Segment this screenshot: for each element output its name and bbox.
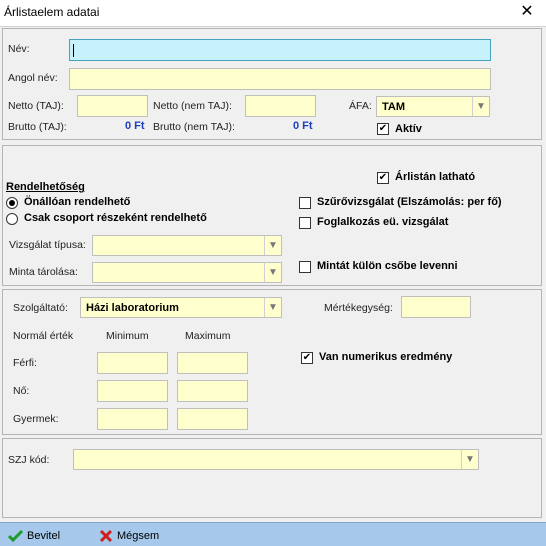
sample-storage-label: Minta tárolása: [9, 266, 78, 278]
chevron-down-icon[interactable]: ▼ [264, 236, 281, 255]
radio-group-only[interactable] [6, 213, 18, 225]
normal-value-label: Normál érték [13, 330, 74, 342]
occupational-label: Foglalkozás eü. vizsgálat [317, 216, 449, 228]
brutto-nem-taj-value: 0 Ft [293, 120, 313, 132]
radio-group-only-label: Csak csoport részeként rendelhető [24, 212, 207, 224]
netto-nem-taj-label: Netto (nem TAJ): [153, 100, 232, 112]
chevron-down-icon[interactable]: ▼ [264, 263, 281, 282]
provider-select[interactable]: Házi laboratorium ▼ [80, 297, 282, 318]
cancel-button[interactable]: Mégsem [99, 527, 159, 545]
english-name-label: Angol név: [8, 72, 58, 84]
checkmark-icon [8, 529, 23, 543]
brutto-taj-value: 0 Ft [125, 120, 145, 132]
save-button[interactable]: Bevitel [8, 527, 60, 545]
row-label-male: Férfi: [13, 357, 37, 369]
visible-on-pricelist-label: Árlistán latható [395, 171, 476, 183]
unit-label: Mértékegység: [324, 302, 393, 314]
afa-label: ÁFA: [349, 100, 372, 112]
brutto-nem-taj-label: Brutto (nem TAJ): [153, 121, 235, 133]
netto-taj-input[interactable] [77, 95, 148, 117]
close-icon[interactable]: ✕ [518, 2, 536, 22]
x-icon [99, 529, 113, 543]
aktiv-label: Aktív [395, 123, 422, 135]
netto-nem-taj-input[interactable] [245, 95, 316, 117]
numeric-result-label: Van numerikus eredmény [319, 351, 453, 363]
provider-label: Szolgáltató: [13, 302, 68, 314]
english-name-input[interactable] [69, 68, 491, 90]
radio-independent-label: Önállóan rendelhető [24, 196, 131, 208]
separate-tube-checkbox[interactable] [299, 261, 311, 273]
title-bar: Árlistaelem adatai ✕ [0, 0, 546, 26]
male-min-input[interactable] [97, 352, 168, 374]
afa-value: TAM [382, 101, 406, 113]
chevron-down-icon[interactable]: ▼ [472, 97, 489, 116]
female-min-input[interactable] [97, 380, 168, 402]
provider-panel: Szolgáltató: Házi laboratorium ▼ Mértéke… [2, 289, 542, 435]
szj-select[interactable]: ▼ [73, 449, 479, 470]
name-label: Név: [8, 43, 30, 55]
general-panel: Név: Angol név: Netto (TAJ): Netto (nem … [2, 28, 542, 140]
aktiv-checkbox[interactable]: ✔ [377, 123, 389, 135]
orderability-panel: ✔ Árlistán latható Rendelhetőség Önállóa… [2, 145, 542, 286]
exam-type-label: Vizsgálat típusa: [9, 239, 86, 251]
numeric-result-checkbox[interactable]: ✔ [301, 352, 313, 364]
radio-independent[interactable] [6, 197, 18, 209]
dialog-body: Név: Angol név: Netto (TAJ): Netto (nem … [0, 26, 546, 546]
row-label-female: Nő: [13, 385, 30, 397]
brutto-taj-label: Brutto (TAJ): [8, 121, 67, 133]
male-max-input[interactable] [177, 352, 248, 374]
unit-input[interactable] [401, 296, 471, 318]
child-min-input[interactable] [97, 408, 168, 430]
child-max-input[interactable] [177, 408, 248, 430]
row-label-child: Gyermek: [13, 413, 59, 425]
save-label: Bevitel [27, 530, 61, 542]
chevron-down-icon[interactable]: ▼ [461, 450, 478, 469]
cancel-label: Mégsem [117, 530, 160, 542]
afa-select[interactable]: TAM ▼ [376, 96, 490, 117]
screening-label: Szűrővizsgálat (Elszámolás: per fő) [317, 196, 502, 208]
orderability-title: Rendelhetőség [6, 181, 85, 193]
exam-type-select[interactable]: ▼ [92, 235, 282, 256]
sample-storage-select[interactable]: ▼ [92, 262, 282, 283]
visible-on-pricelist-checkbox[interactable]: ✔ [377, 172, 389, 184]
separate-tube-label: Mintát külön csőbe levenni [317, 260, 458, 272]
screening-checkbox[interactable] [299, 197, 311, 209]
szj-panel: SZJ kód: ▼ [2, 438, 542, 518]
name-input[interactable] [69, 39, 491, 61]
footer-bar: Bevitel Mégsem [0, 522, 546, 546]
maximum-header: Maximum [185, 330, 231, 342]
minimum-header: Minimum [106, 330, 149, 342]
chevron-down-icon[interactable]: ▼ [264, 298, 281, 317]
netto-taj-label: Netto (TAJ): [8, 100, 64, 112]
window-title: Árlistaelem adatai [4, 5, 100, 19]
szj-label: SZJ kód: [8, 454, 50, 466]
provider-value: Házi laboratorium [86, 302, 179, 314]
occupational-checkbox[interactable] [299, 217, 311, 229]
female-max-input[interactable] [177, 380, 248, 402]
